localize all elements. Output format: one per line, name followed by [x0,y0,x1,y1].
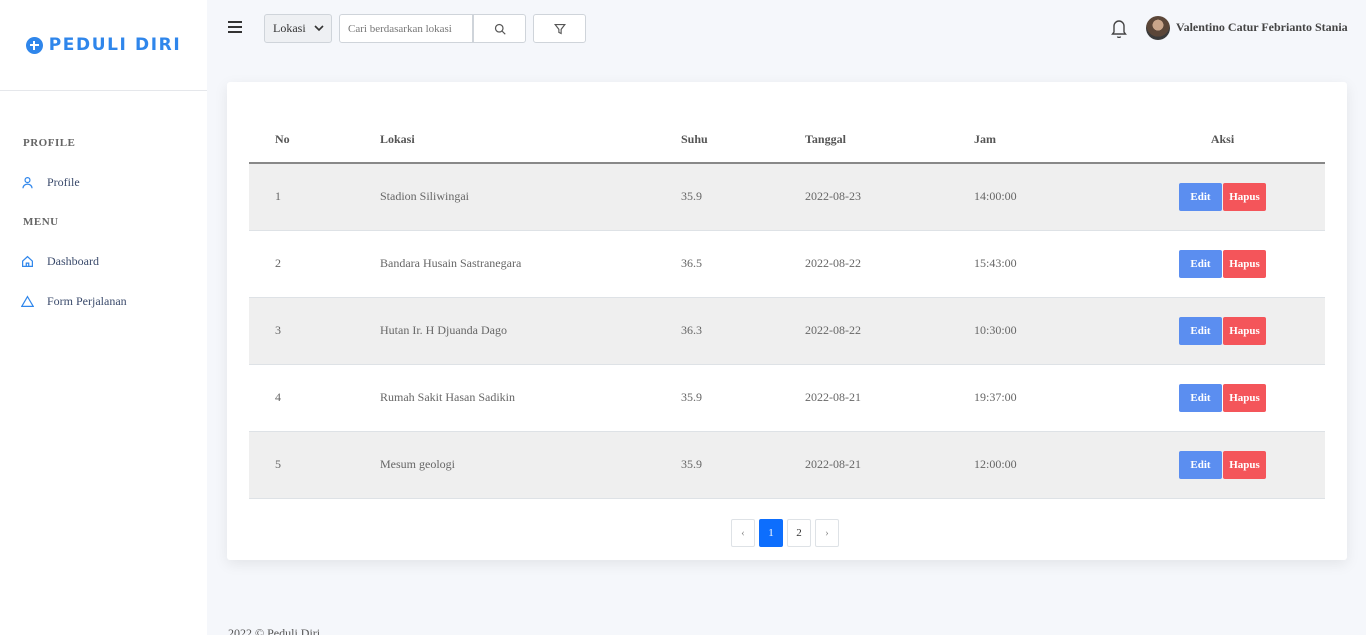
cell-tanggal: 2022-08-21 [779,431,948,499]
delete-button[interactable]: Hapus [1223,450,1266,479]
edit-button[interactable]: Edit [1179,383,1222,412]
brand-name: PEDULI DIRI [48,35,182,55]
search-button[interactable] [473,14,526,43]
header-tanggal: Tanggal [779,116,948,164]
cell-suhu: 35.9 [655,364,779,432]
cell-no: 2 [249,230,354,298]
cell-tanggal: 2022-08-22 [779,230,948,298]
cell-jam: 12:00:00 [948,431,1120,499]
footer-text: 2022 © Peduli Diri [228,626,321,635]
cell-tanggal: 2022-08-21 [779,364,948,432]
header-lokasi: Lokasi [354,116,655,164]
travel-table: No Lokasi Suhu Tanggal Jam Aksi 1 Stadio… [249,116,1325,499]
table-row: 3 Hutan Ir. H Djuanda Dago 36.3 2022-08-… [249,297,1325,365]
table-row: 1 Stadion Siliwingai 35.9 2022-08-23 14:… [249,163,1325,231]
cell-aksi: Edit Hapus [1120,431,1325,499]
edit-button[interactable]: Edit [1179,182,1222,211]
page-next-button[interactable]: › [815,519,839,547]
edit-button[interactable]: Edit [1179,249,1222,278]
cell-jam: 15:43:00 [948,230,1120,298]
sidebar-item-profile[interactable]: Profile [0,172,207,192]
table-header-row: No Lokasi Suhu Tanggal Jam Aksi [249,116,1325,164]
edit-button[interactable]: Edit [1179,450,1222,479]
sidebar-item-label: Profile [47,174,80,189]
delete-button[interactable]: Hapus [1223,316,1266,345]
cell-lokasi: Stadion Siliwingai [354,163,655,231]
data-card: No Lokasi Suhu Tanggal Jam Aksi 1 Stadio… [227,82,1347,560]
brand[interactable]: PEDULI DIRI [0,0,207,91]
filter-select[interactable]: Lokasi [264,14,332,43]
cell-tanggal: 2022-08-23 [779,163,948,231]
delete-button[interactable]: Hapus [1223,383,1266,412]
page-button-1[interactable]: 1 [759,519,783,547]
sidebar-section-profile: PROFILE [23,137,76,149]
sidebar-section-menu: MENU [23,216,59,228]
cell-no: 4 [249,364,354,432]
plus-circle-icon [25,36,43,54]
cell-suhu: 36.5 [655,230,779,298]
cell-suhu: 35.9 [655,163,779,231]
sidebar-item-form-perjalanan[interactable]: Form Perjalanan [0,291,207,311]
cell-aksi: Edit Hapus [1120,364,1325,432]
cell-no: 5 [249,431,354,499]
hamburger-menu-icon[interactable] [228,21,242,33]
header-jam: Jam [948,116,1120,164]
cell-jam: 10:30:00 [948,297,1120,365]
triangle-icon [21,294,34,307]
cell-tanggal: 2022-08-22 [779,297,948,365]
cell-lokasi: Bandara Husain Sastranegara [354,230,655,298]
filter-button[interactable] [533,14,586,43]
delete-button[interactable]: Hapus [1223,182,1266,211]
bell-icon[interactable] [1110,18,1128,38]
user-name[interactable]: Valentino Catur Febrianto Stania [1176,20,1348,35]
cell-lokasi: Rumah Sakit Hasan Sadikin [354,364,655,432]
cell-lokasi: Hutan Ir. H Djuanda Dago [354,297,655,365]
cell-no: 1 [249,163,354,231]
chevron-down-icon [314,25,324,32]
cell-aksi: Edit Hapus [1120,230,1325,298]
avatar[interactable] [1146,16,1170,40]
header-no: No [249,116,354,164]
home-icon [22,255,33,267]
cell-jam: 19:37:00 [948,364,1120,432]
table-row: 5 Mesum geologi 35.9 2022-08-21 12:00:00… [249,431,1325,499]
header-aksi: Aksi [1120,116,1325,164]
search-input[interactable] [339,14,473,43]
table-row: 4 Rumah Sakit Hasan Sadikin 35.9 2022-08… [249,364,1325,432]
page-prev-button[interactable]: ‹ [731,519,755,547]
filter-icon [553,23,566,34]
sidebar-item-label: Form Perjalanan [47,293,127,308]
edit-button[interactable]: Edit [1179,316,1222,345]
sidebar: PEDULI DIRI PROFILE Profile MENU Dashboa… [0,0,207,635]
cell-lokasi: Mesum geologi [354,431,655,499]
cell-suhu: 35.9 [655,431,779,499]
filter-select-value: Lokasi [273,21,306,35]
user-icon [22,176,33,188]
sidebar-item-dashboard[interactable]: Dashboard [0,251,207,271]
cell-no: 3 [249,297,354,365]
table-row: 2 Bandara Husain Sastranegara 36.5 2022-… [249,230,1325,298]
search-icon [494,23,506,35]
page-button-2[interactable]: 2 [787,519,811,547]
delete-button[interactable]: Hapus [1223,249,1266,278]
cell-jam: 14:00:00 [948,163,1120,231]
header-suhu: Suhu [655,116,779,164]
pagination: ‹ 1 2 › [731,519,839,547]
cell-aksi: Edit Hapus [1120,163,1325,231]
cell-suhu: 36.3 [655,297,779,365]
sidebar-item-label: Dashboard [47,253,99,268]
cell-aksi: Edit Hapus [1120,297,1325,365]
